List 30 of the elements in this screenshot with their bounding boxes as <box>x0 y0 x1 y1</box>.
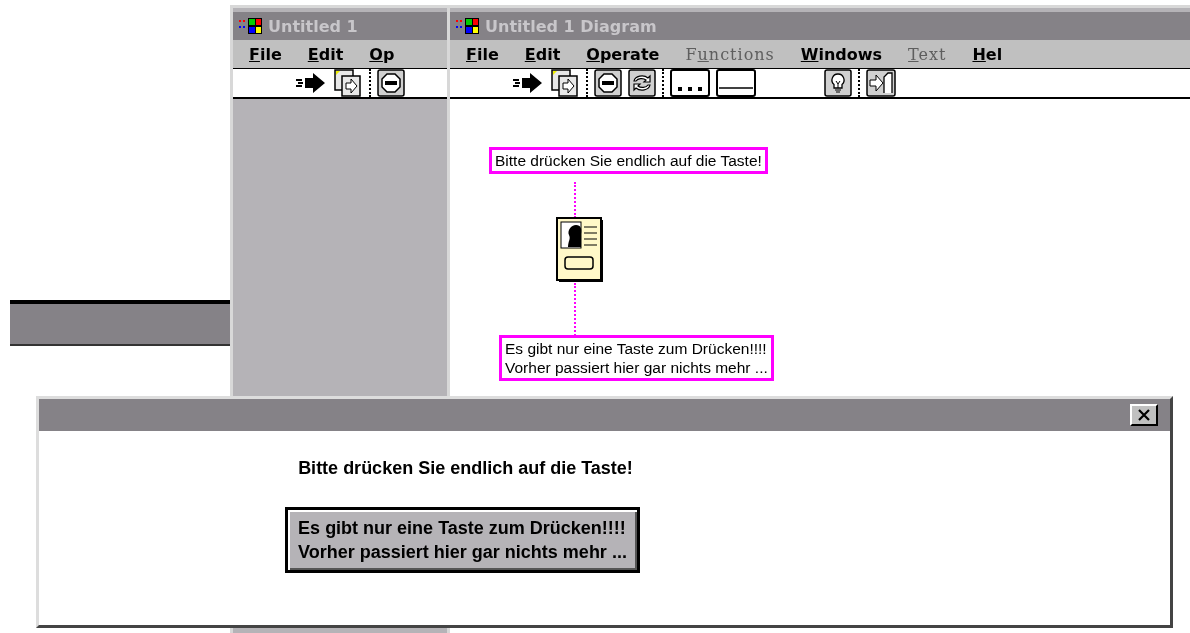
dialog-node-icon <box>556 217 604 283</box>
menu-item[interactable]: Edit <box>295 44 358 64</box>
menu-item[interactable]: Edit <box>512 44 575 64</box>
dialog-button[interactable]: Es gibt nur eine Taste zum Drücken!!!! Vorher passiert hier gar nichts mehr ... <box>285 507 640 573</box>
string-constant: Bitte drücken Sie endlich auf die Taste! <box>489 147 768 174</box>
menu-item[interactable]: Op <box>357 44 409 64</box>
run-arrow-icon[interactable] <box>512 72 544 94</box>
app-icon <box>239 17 263 35</box>
window-title: Untitled 1 Diagram <box>485 16 657 36</box>
close-button[interactable] <box>1130 404 1158 426</box>
run-continuously-icon[interactable] <box>333 68 363 98</box>
run-continuously-icon[interactable] <box>550 68 580 98</box>
menu-item[interactable]: File <box>237 44 296 64</box>
dialog-message: Bitte drücken Sie endlich auf die Taste! <box>298 458 633 479</box>
string-constant: Es gibt nur eine Taste zum Drücken!!!! Vorher passiert hier gar nichts mehr ... <box>499 335 774 381</box>
lightbulb-icon[interactable] <box>824 69 852 97</box>
loop-arrows-icon[interactable] <box>628 69 656 97</box>
stop-sign-icon[interactable] <box>594 69 622 97</box>
dots-button-icon[interactable] <box>670 69 710 97</box>
app-icon <box>456 17 480 35</box>
stop-sign-icon[interactable] <box>377 69 405 97</box>
menu-item[interactable]: File <box>454 44 513 64</box>
step-into-icon[interactable] <box>866 69 896 97</box>
window-title: Untitled 1 <box>268 16 358 36</box>
line-button-icon[interactable] <box>716 69 756 97</box>
close-icon <box>1137 408 1151 422</box>
menu-item[interactable]: Operate <box>574 44 674 64</box>
run-arrow-icon[interactable] <box>295 72 327 94</box>
menu-item[interactable]: Windows <box>788 44 897 64</box>
menu-item[interactable]: Hel <box>960 44 1017 64</box>
